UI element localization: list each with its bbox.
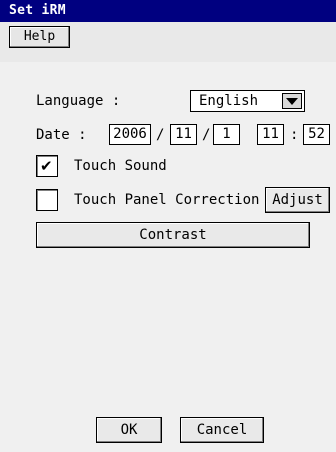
touch-sound-checkbox[interactable]: ✔ [36, 155, 58, 177]
title-bar: Set iRM [0, 0, 336, 22]
language-label: Language : [36, 93, 121, 109]
ok-button[interactable]: OK [96, 417, 162, 443]
day-field[interactable]: 1 [213, 124, 240, 145]
cancel-button[interactable]: Cancel [180, 417, 264, 443]
year-field[interactable]: 2006 [109, 124, 151, 145]
month-field[interactable]: 11 [170, 124, 197, 145]
help-menu-button[interactable]: Help [9, 26, 70, 48]
contrast-button[interactable]: Contrast [36, 222, 310, 248]
dropdown-arrow-icon[interactable] [282, 93, 302, 109]
settings-panel: Language : English Date : 2006 / 11 / 1 … [0, 62, 336, 452]
date-separator: / [156, 127, 165, 143]
language-select[interactable]: English [190, 90, 305, 112]
window-title: Set iRM [9, 3, 66, 18]
touch-panel-correction-label: Touch Panel Correction [74, 192, 260, 208]
set-irm-dialog: Set iRM Help Language : English Date : 2… [0, 0, 336, 452]
menu-bar: Help [0, 22, 336, 63]
language-selected-value: English [199, 93, 259, 109]
adjust-button[interactable]: Adjust [265, 187, 330, 213]
date-separator: / [202, 127, 211, 143]
touch-panel-correction-checkbox[interactable] [36, 189, 58, 211]
checkmark-icon: ✔ [40, 157, 53, 175]
minute-field[interactable]: 52 [303, 124, 330, 145]
date-label: Date : [36, 127, 87, 143]
touch-sound-label: Touch Sound [74, 158, 167, 174]
hour-field[interactable]: 11 [257, 124, 284, 145]
time-separator: : [290, 127, 299, 143]
